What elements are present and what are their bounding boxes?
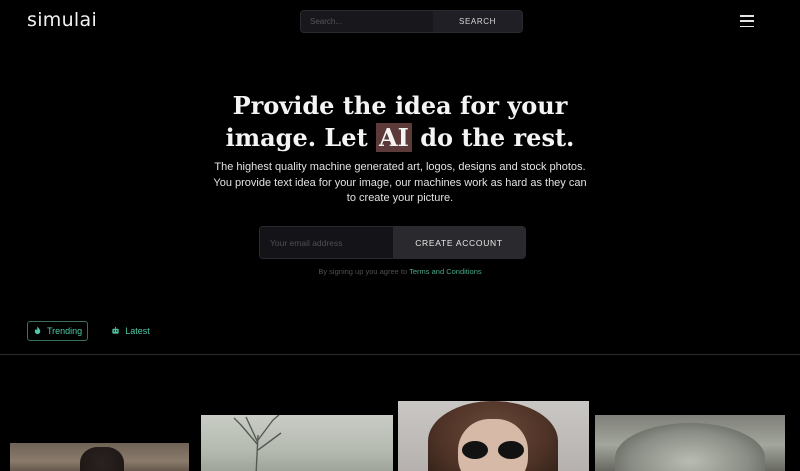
robot-icon	[111, 326, 120, 337]
hero-title-line2-post: do the rest.	[411, 123, 575, 152]
hero-title-line2-pre: image. Let	[225, 123, 377, 152]
hero-title-line1: Provide the idea for your	[232, 91, 568, 120]
hero-title-highlight: AI	[376, 123, 412, 152]
tab-latest[interactable]: Latest	[106, 321, 155, 341]
hamburger-menu-icon[interactable]	[740, 15, 754, 27]
terms-prefix: By signing up you agree to	[318, 267, 410, 276]
gallery-image[interactable]	[10, 443, 189, 471]
hero-title: Provide the idea for your image. Let AI …	[0, 90, 800, 154]
tab-trending[interactable]: Trending	[27, 321, 89, 341]
gallery-image[interactable]	[398, 401, 589, 471]
gallery-image[interactable]	[595, 415, 785, 471]
section-divider	[0, 354, 800, 355]
search-input[interactable]	[301, 11, 433, 32]
tab-trending-label: Trending	[47, 326, 83, 336]
hero-description: The highest quality machine generated ar…	[213, 161, 587, 204]
search-bar: SEARCH	[300, 10, 523, 33]
gallery-image[interactable]	[201, 415, 393, 471]
terms-notice: By signing up you agree to Terms and Con…	[0, 267, 800, 276]
create-account-button[interactable]: CREATE ACCOUNT	[393, 227, 525, 258]
search-button[interactable]: SEARCH	[433, 11, 522, 32]
logo[interactable]: simulai	[27, 9, 97, 31]
fire-icon	[33, 325, 42, 337]
email-field[interactable]	[260, 227, 393, 258]
tab-latest-label: Latest	[125, 326, 150, 336]
feed-tabs: Trending Latest	[27, 321, 155, 341]
signup-form: CREATE ACCOUNT	[259, 226, 526, 259]
terms-link[interactable]: Terms and Conditions	[409, 267, 482, 276]
